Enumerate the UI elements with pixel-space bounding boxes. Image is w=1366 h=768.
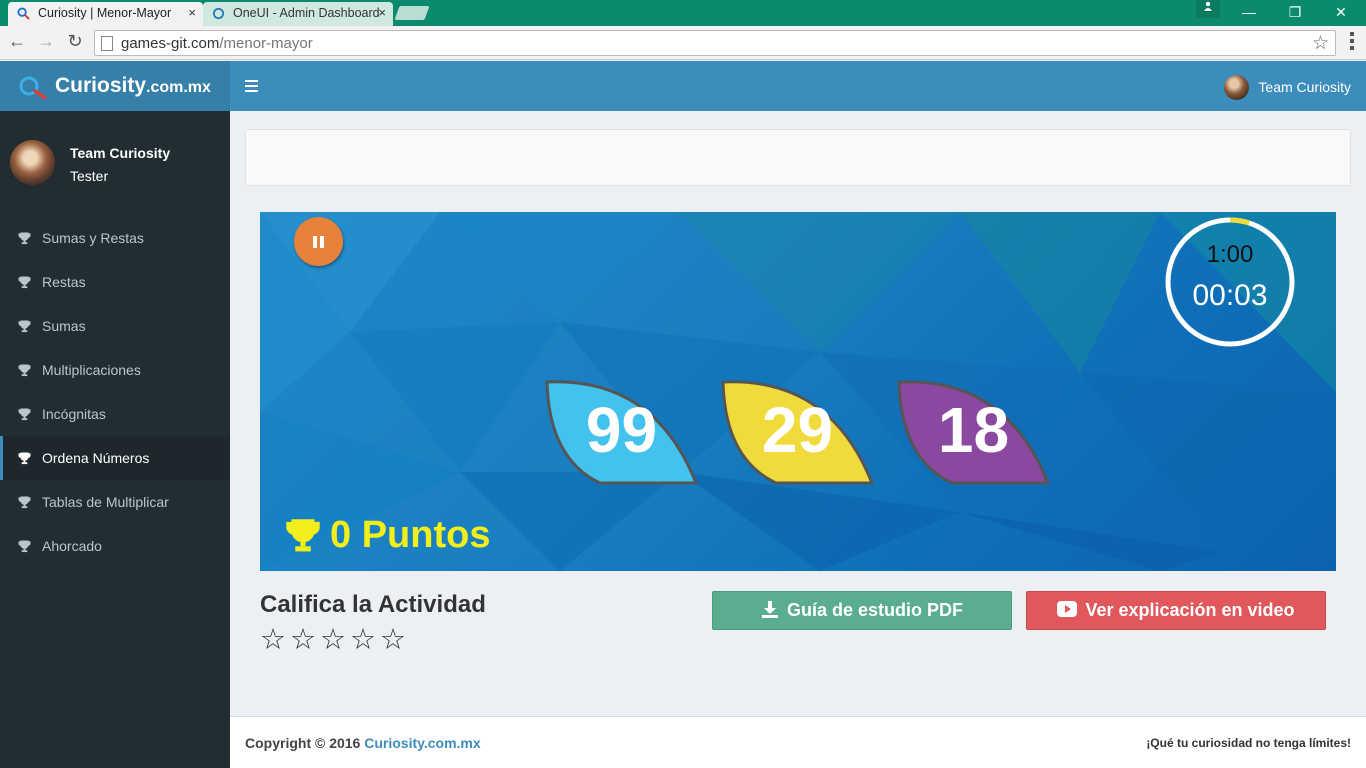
restore-button[interactable]: ❐ [1272,0,1318,24]
url-path: /menor-mayor [219,35,313,52]
new-tab-button[interactable] [394,6,430,20]
footer: Copyright © 2016 Curiosity.com.mx ¡Qué t… [230,716,1366,768]
number-card[interactable]: 29 [720,379,875,487]
sidebar: Team Curiosity Tester Sumas y Restas Res… [0,111,230,768]
trophy-icon [18,364,31,377]
sidebar-item-incognitas[interactable]: Incógnitas [0,392,230,436]
tab-title: Curiosity | Menor-Mayor [38,6,172,20]
trophy-icon [18,320,31,333]
trophy-icon [18,452,31,465]
download-icon [761,601,778,619]
tab-close-icon[interactable]: × [378,2,386,24]
youtube-play-icon [1057,601,1078,618]
timer-limit: 1:00 [1206,241,1254,268]
url-domain: games-git.com [121,35,220,52]
url-text[interactable]: games-git.com/menor-mayor [121,35,313,52]
trophy-icon [286,519,320,552]
number-value: 99 [585,394,658,466]
trophy-icon [18,276,31,289]
minimize-button[interactable]: — [1226,0,1272,24]
footer-link[interactable]: Curiosity.com.mx [364,735,480,751]
page-icon [101,36,113,51]
sidebar-toggle-icon[interactable] [245,80,258,95]
sidebar-item-restas[interactable]: Restas [0,260,230,304]
bookmark-star-icon[interactable]: ☆ [1312,32,1329,55]
study-guide-pdf-button[interactable]: Guía de estudio PDF [712,591,1012,630]
video-explanation-button[interactable]: Ver explicación en video [1026,591,1326,630]
number-card[interactable]: 18 [896,379,1051,487]
number-card[interactable]: 99 [544,379,699,487]
brand-bar[interactable]: Curiosity.com.mx [0,61,230,111]
sidebar-item-sumas[interactable]: Sumas [0,304,230,348]
number-value: 29 [761,394,834,466]
rating-star-icon[interactable]: ☆ [380,626,410,655]
sidebar-item-ahorcado[interactable]: Ahorcado [0,524,230,568]
number-value: 18 [937,394,1010,466]
trophy-icon [18,408,31,421]
search-favicon-icon [17,7,30,20]
back-button[interactable]: ← [6,31,28,52]
rating-star-icon[interactable]: ☆ [260,626,290,655]
rating-star-icon[interactable]: ☆ [350,626,380,655]
magnifier-logo-icon [19,76,47,99]
video-button-label: Ver explicación en video [1085,600,1295,620]
browser-menu-icon[interactable] [1350,32,1354,53]
sidebar-item-sumas-y-restas[interactable]: Sumas y Restas [0,216,230,260]
footer-tagline: ¡Qué tu curiosidad no tenga límites! [1146,736,1351,750]
header-user-name: Team Curiosity [1258,79,1351,95]
user-panel: Team Curiosity Tester [10,140,220,188]
tab-close-icon[interactable]: × [188,2,196,24]
reload-button[interactable]: ↻ [64,31,86,52]
timer: 1:00 00:03 [1165,217,1295,347]
browser-tab-inactive[interactable]: OneUI - Admin Dashboard × [203,2,393,26]
copyright: Copyright © 2016 Curiosity.com.mx [245,735,481,751]
points-label: 0 Puntos [330,514,491,556]
tab-title: OneUI - Admin Dashboard [233,6,380,20]
pause-icon [313,236,317,248]
trophy-icon [18,496,31,509]
points-display: 0 Puntos [284,512,490,558]
avatar [1224,75,1250,100]
timer-elapsed: 00:03 [1192,279,1268,312]
browser-tab-active[interactable]: Curiosity | Menor-Mayor × [8,2,203,26]
address-bar[interactable]: games-git.com/menor-mayor ☆ [94,30,1336,56]
game-board: 1:00 00:03 99 29 18 0 Puntos [260,212,1336,571]
sidebar-menu: Sumas y Restas Restas Sumas Multiplicaci… [0,216,230,568]
pause-button[interactable] [294,217,343,266]
brand-name: Curiosity.com.mx [55,74,211,97]
oneui-favicon-icon [212,7,225,20]
pause-icon [320,236,324,248]
rating-star-icon[interactable]: ☆ [320,626,350,655]
profile-icon[interactable] [1196,0,1220,18]
trophy-icon [18,232,31,245]
pdf-button-label: Guía de estudio PDF [786,600,964,620]
window-close-button[interactable]: ✕ [1318,0,1364,24]
sidebar-item-tablas-de-multiplicar[interactable]: Tablas de Multiplicar [0,480,230,524]
rating-stars: ☆ ☆ ☆ ☆ ☆ [260,626,410,655]
sidebar-item-multiplicaciones[interactable]: Multiplicaciones [0,348,230,392]
trophy-icon [18,540,31,553]
user-menu[interactable]: Team Curiosity [1224,75,1351,100]
rating-star-icon[interactable]: ☆ [290,626,320,655]
sidebar-item-ordena-numeros[interactable]: Ordena Números [0,436,230,480]
browser-toolbar: ← → ↻ games-git.com/menor-mayor ☆ [0,26,1366,60]
person-icon [1204,1,1212,11]
rating-title: Califica la Actividad [260,591,486,618]
forward-button[interactable]: → [35,31,57,52]
sidebar-user-name: Team Curiosity [70,145,171,161]
browser-tab-strip: Curiosity | Menor-Mayor × OneUI - Admin … [0,0,1366,26]
top-navbar: Team Curiosity [230,61,1366,111]
content-header-box [245,129,1351,186]
avatar [10,140,55,185]
sidebar-user-role: Tester [70,168,109,184]
